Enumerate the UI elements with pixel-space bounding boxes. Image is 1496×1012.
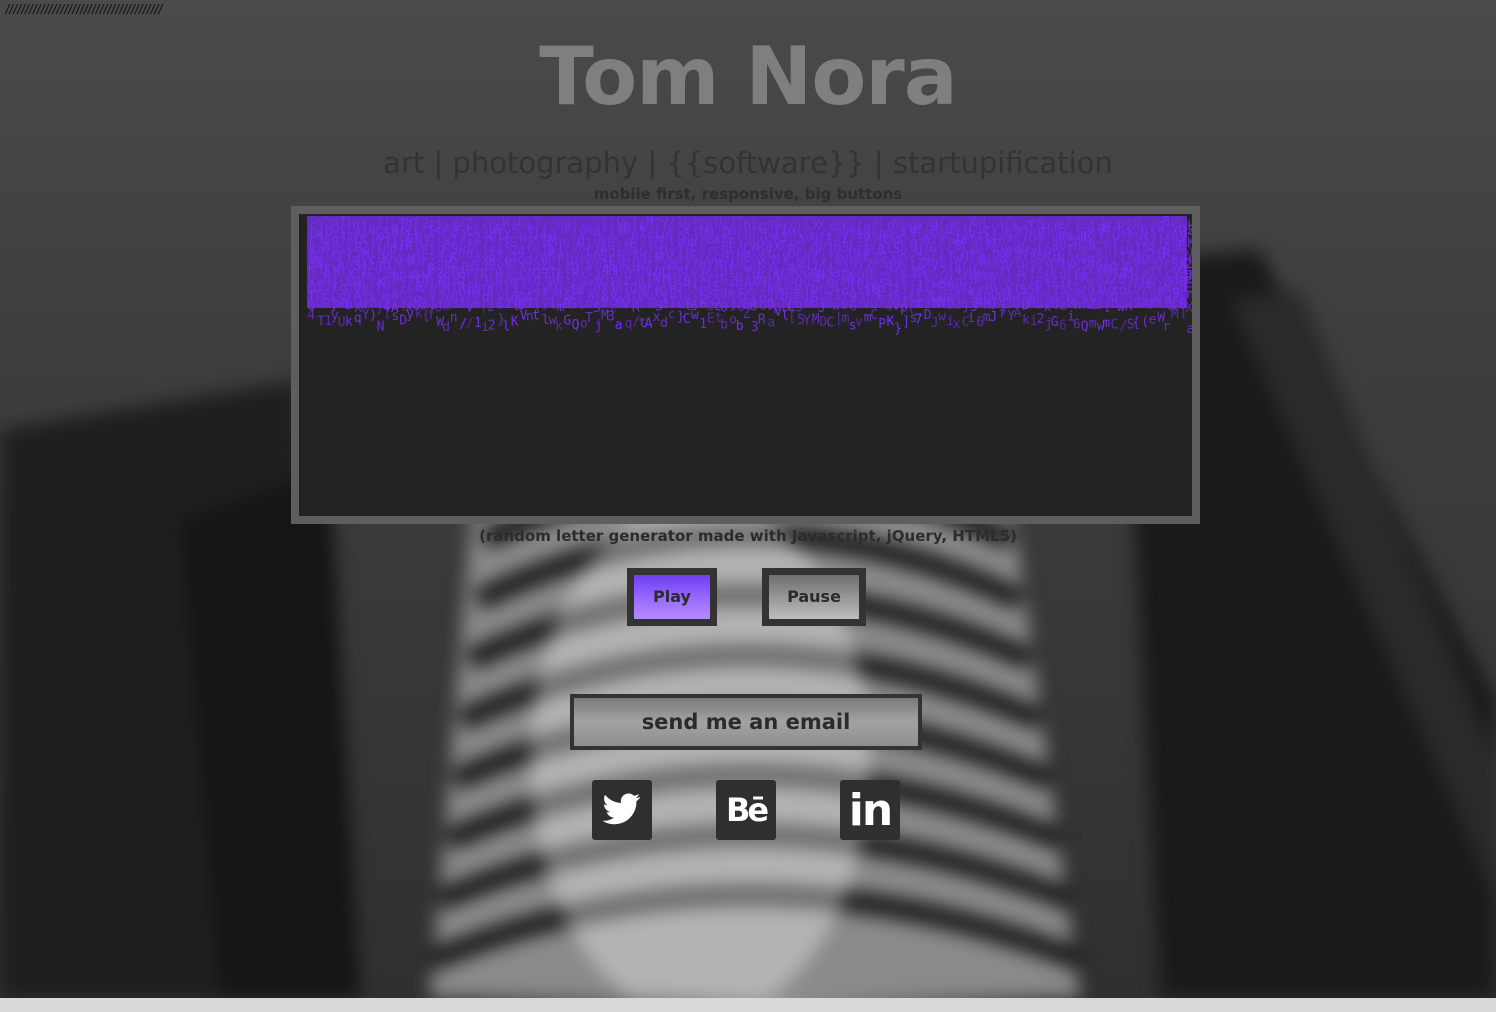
svg-text:f: f (998, 307, 1006, 322)
svg-text:e: e (1149, 312, 1157, 327)
svg-text:C: C (870, 308, 878, 323)
svg-text:S: S (1134, 296, 1142, 311)
svg-text:{: { (1132, 315, 1140, 330)
svg-text:Q: Q (1051, 297, 1059, 312)
svg-text:C: C (1111, 318, 1119, 333)
behance-icon: Bē (725, 791, 769, 829)
svg-text:G: G (849, 300, 857, 315)
subtagline: mobile first, responsive, big buttons (593, 185, 903, 203)
svg-text:/: / (466, 316, 474, 331)
svg-text:f: f (427, 308, 435, 323)
behance-link[interactable]: Bē (716, 780, 776, 840)
svg-text:A: A (1014, 306, 1022, 321)
svg-text:Y: Y (803, 313, 811, 328)
svg-text:c: c (668, 308, 676, 323)
svg-text:l: l (638, 296, 646, 311)
decorative-slashes: //////////////////////////////////////// (4, 2, 164, 16)
letter-generator-canvas[interactable]: r 9 2 q I) n t q 2[q Tg T I Ej) Sz Zz / Gs W 6 b k Iu a h 0] z e Q}… (291, 206, 1200, 524)
svg-text:q: q (625, 317, 633, 332)
svg-text:2: 2 (954, 298, 962, 313)
svg-text:Q: Q (572, 318, 580, 333)
letter-rain: r 9 2 q I) n tq 2[q Tg T IE j) SzZ z / Gs W 6b k Iu a h 0] ze Q}… (307, 215, 1192, 337)
svg-text:T: T (585, 311, 593, 326)
svg-text:A: A (645, 316, 653, 331)
svg-text:8: 8 (750, 300, 758, 315)
svg-text:w: w (938, 309, 946, 324)
svg-text:k: k (555, 319, 563, 334)
svg-text:V: V (622, 298, 630, 313)
svg-text:7: 7 (915, 313, 923, 328)
svg-text:[: [ (788, 310, 796, 325)
svg-text:R: R (758, 313, 766, 328)
linkedin-link[interactable]: in (840, 780, 900, 840)
svg-text:H: H (1125, 300, 1133, 315)
svg-text:G: G (563, 313, 571, 328)
svg-text:2: 2 (1037, 312, 1045, 327)
canvas-caption: (random letter generator made with Javas… (479, 527, 1017, 545)
email-button[interactable]: send me an email (570, 694, 922, 750)
svg-text:4: 4 (307, 308, 315, 323)
svg-text:m: m (1089, 317, 1097, 332)
svg-text:b: b (345, 298, 353, 313)
svg-text:G: G (1051, 315, 1059, 330)
svg-text:Z: Z (743, 307, 751, 322)
svg-text:z: z (1059, 299, 1067, 314)
twitter-icon (602, 793, 641, 825)
svg-text:a: a (615, 318, 623, 333)
svg-text:t: t (577, 297, 585, 312)
svg-text:E: E (707, 312, 715, 327)
svg-text:X: X (1155, 295, 1163, 310)
bottom-bar (0, 998, 1496, 1012)
svg-text:[: [ (1180, 306, 1188, 321)
svg-text:3: 3 (1095, 298, 1103, 313)
svg-text:(: ( (549, 296, 557, 311)
svg-text:N: N (938, 295, 946, 310)
tagline: art | photography | {{software}} | start… (383, 146, 1113, 180)
svg-text:t: t (532, 308, 540, 323)
svg-text:[: [ (384, 305, 392, 320)
svg-text:v: v (855, 315, 863, 330)
play-button[interactable]: Play (627, 568, 717, 626)
svg-text:n: n (450, 310, 458, 325)
linkedin-icon: in (848, 785, 893, 836)
svg-text:R: R (1028, 296, 1036, 311)
svg-text:k: k (1022, 313, 1030, 328)
svg-text:6: 6 (496, 297, 504, 312)
svg-text:y: y (406, 307, 414, 322)
svg-text:6: 6 (1059, 319, 1067, 334)
svg-text:l: l (503, 320, 511, 335)
svg-text:r: r (1163, 319, 1171, 334)
svg-text:3: 3 (607, 309, 615, 324)
svg-text:i: i (967, 311, 975, 326)
svg-text:s: s (392, 309, 400, 324)
svg-text:x: x (953, 317, 961, 332)
svg-text:6: 6 (1073, 318, 1081, 333)
svg-text:C: C (826, 315, 834, 330)
svg-text:}: } (990, 296, 998, 311)
svg-text:z: z (487, 300, 495, 315)
svg-text:b: b (1036, 297, 1044, 312)
svg-text:J: J (990, 310, 998, 325)
pause-button[interactable]: Pause (762, 568, 866, 626)
svg-text:k: k (345, 315, 353, 330)
svg-text:w: w (691, 308, 699, 323)
svg-text:O: O (435, 301, 443, 316)
svg-text:K: K (511, 315, 519, 330)
svg-text:M: M (1171, 308, 1179, 323)
svg-text:m: m (1102, 316, 1110, 331)
svg-text:N: N (377, 319, 385, 334)
svg-text:a: a (1187, 322, 1192, 337)
page-title: Tom Nora (539, 30, 957, 123)
svg-text:P: P (878, 317, 886, 332)
svg-text:Q: Q (1081, 319, 1089, 334)
svg-text:C: C (683, 312, 691, 327)
svg-text:2: 2 (488, 319, 496, 334)
twitter-link[interactable] (592, 780, 652, 840)
svg-text:}: } (894, 321, 902, 336)
svg-text:b: b (720, 318, 728, 333)
svg-text:2: 2 (504, 297, 512, 312)
svg-text:q: q (354, 311, 362, 326)
